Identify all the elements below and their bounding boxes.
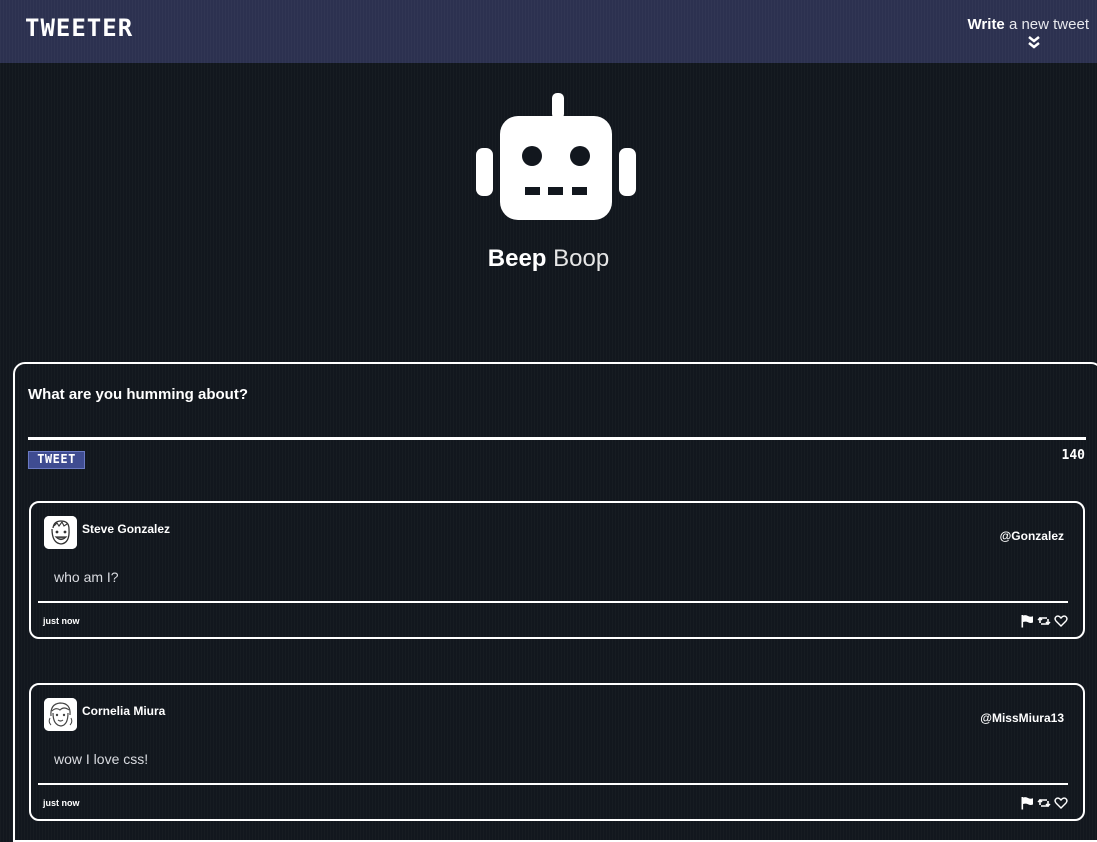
tweet-text: wow I love css! xyxy=(54,751,149,767)
main-feed-container: What are you humming about? TWEET 140 St… xyxy=(13,362,1097,842)
tweet-divider xyxy=(38,783,1068,785)
profile-last-name: Boop xyxy=(553,245,610,272)
avatar[interactable] xyxy=(44,698,77,731)
tweet-actions xyxy=(1020,614,1068,628)
top-navbar: TWEETER Write a new tweet xyxy=(0,0,1097,63)
double-chevron-down-icon[interactable] xyxy=(1027,34,1041,49)
tweet-author-name: Cornelia Miura xyxy=(82,704,166,718)
tweet-card: Steve Gonzalez @Gonzalez who am I? just … xyxy=(29,501,1085,639)
write-label-bold: Write xyxy=(967,16,1005,33)
write-new-tweet-label[interactable]: Write a new tweet xyxy=(929,16,1089,33)
tweet-timestamp: just now xyxy=(43,616,80,626)
flag-icon[interactable] xyxy=(1020,614,1034,628)
character-counter: 140 xyxy=(1061,448,1085,463)
avatar[interactable] xyxy=(44,516,77,549)
tweet-text: who am I? xyxy=(54,569,119,585)
tweet-author-handle[interactable]: @Gonzalez xyxy=(1000,529,1064,543)
compose-label: What are you humming about? xyxy=(28,386,248,403)
tweet-author-name: Steve Gonzalez xyxy=(82,522,171,536)
retweet-icon[interactable] xyxy=(1037,796,1051,810)
profile-first-name: Beep xyxy=(487,245,547,272)
heart-icon[interactable] xyxy=(1054,614,1068,628)
heart-icon[interactable] xyxy=(1054,796,1068,810)
profile-name: Beep Boop xyxy=(0,245,1097,273)
tweet-actions xyxy=(1020,796,1068,810)
tweet-button[interactable]: TWEET xyxy=(28,451,85,469)
flag-icon[interactable] xyxy=(1020,796,1034,810)
tweet-author-handle[interactable]: @MissMiura13 xyxy=(980,711,1064,725)
write-label-rest: a new tweet xyxy=(1004,16,1089,33)
robot-icon xyxy=(475,90,637,222)
write-new-tweet-toggle[interactable]: Write a new tweet xyxy=(929,16,1089,52)
retweet-icon[interactable] xyxy=(1037,614,1051,628)
tweet-card: Cornelia Miura @MissMiura13 wow I love c… xyxy=(29,683,1085,821)
tweet-timestamp: just now xyxy=(43,798,80,808)
brand-logo[interactable]: TWEETER xyxy=(25,14,133,42)
tweet-divider xyxy=(38,601,1068,603)
tweet-input[interactable] xyxy=(28,408,1086,440)
